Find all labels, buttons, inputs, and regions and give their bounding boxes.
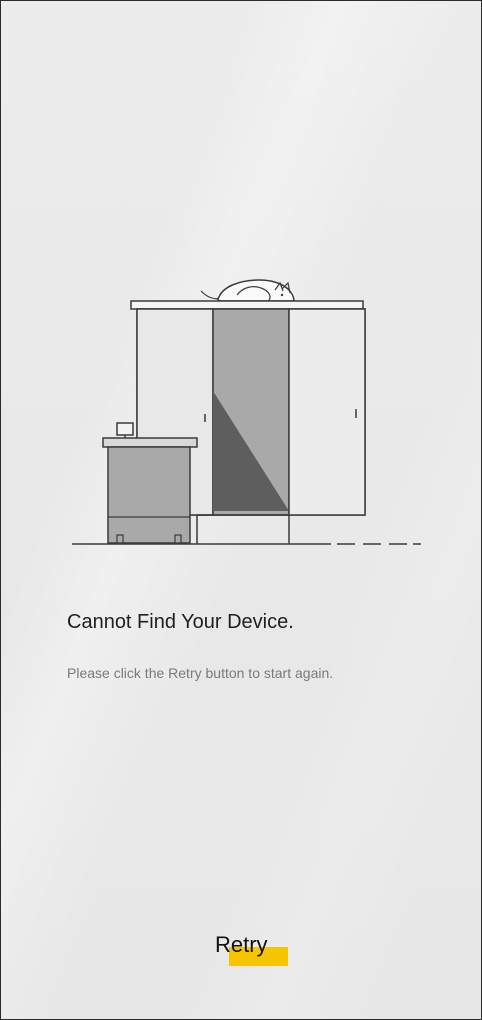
- empty-room-illustration: [72, 279, 421, 545]
- error-title: Cannot Find Your Device.: [67, 611, 294, 634]
- device-not-found-screen: Cannot Find Your Device. Please click th…: [0, 0, 482, 1020]
- retry-button[interactable]: Retry: [191, 926, 311, 978]
- retry-label: Retry: [215, 932, 268, 957]
- cat-icon: [200, 279, 295, 302]
- nightstand: [102, 422, 198, 544]
- error-message: Please click the Retry button to start a…: [67, 665, 334, 681]
